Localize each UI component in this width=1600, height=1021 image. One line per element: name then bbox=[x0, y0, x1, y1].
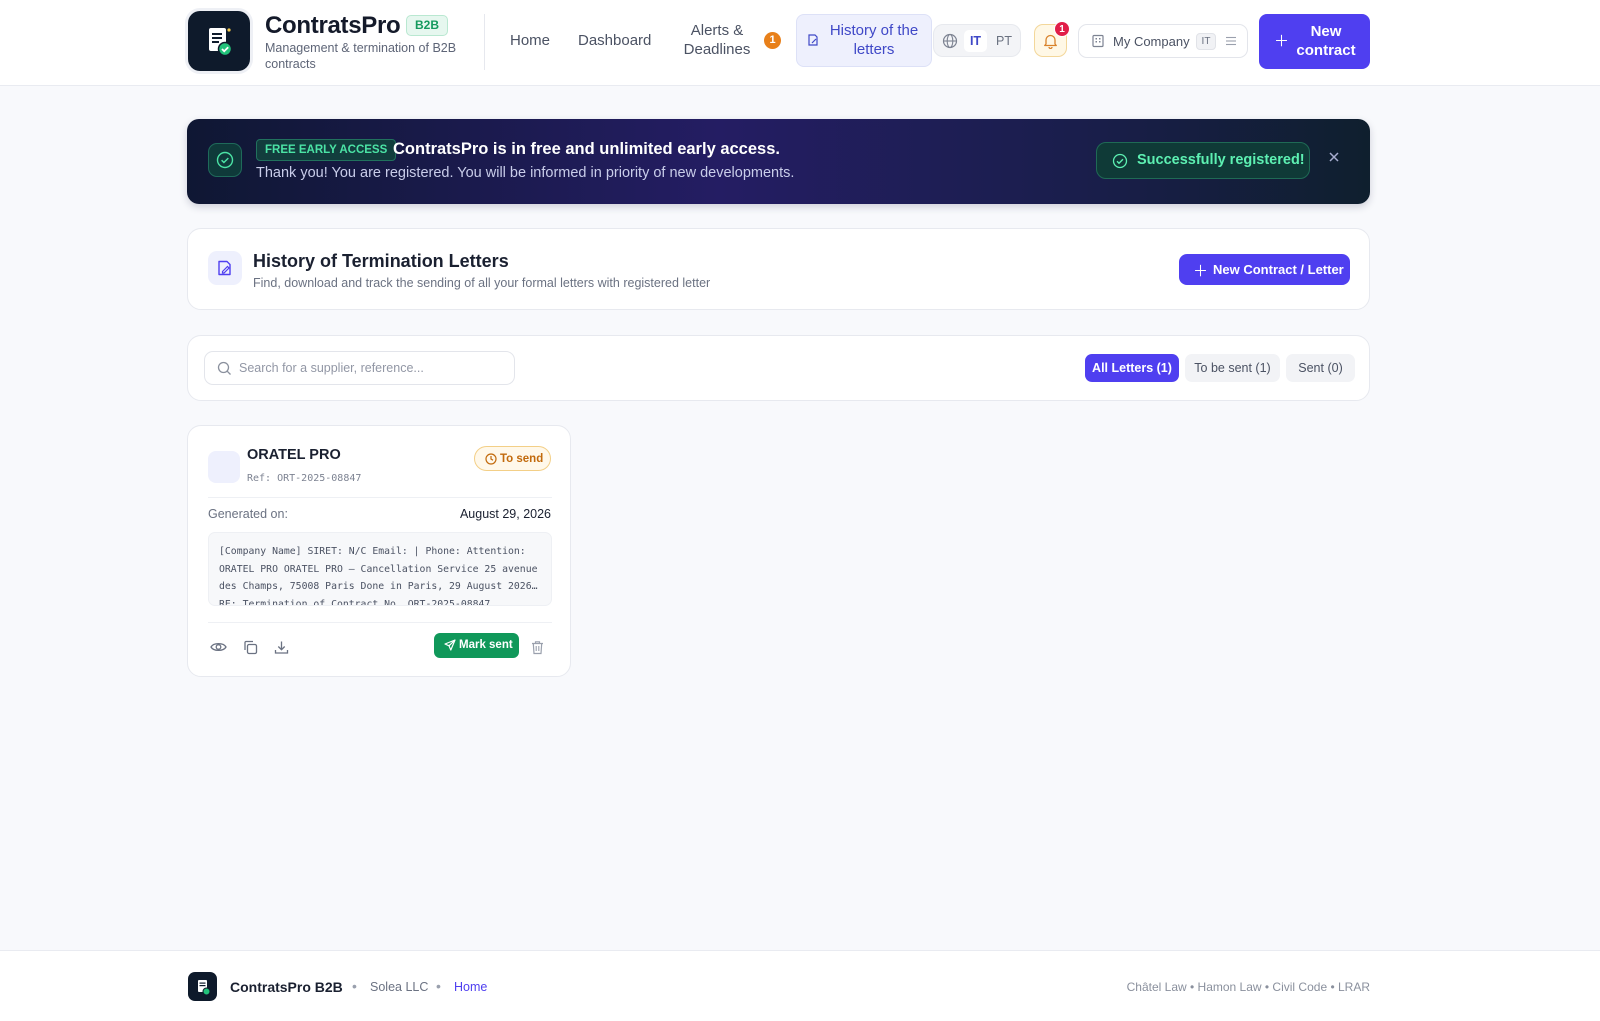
early-access-tag: FREE EARLY ACCESS bbox=[256, 139, 397, 161]
status-label: To send bbox=[500, 453, 544, 465]
banner-subtitle: Thank you! You are registered. You will … bbox=[256, 165, 795, 181]
document-edit-icon bbox=[218, 260, 231, 276]
language-switcher: IT PT bbox=[933, 24, 1021, 57]
filter-bar: All Letters (1) To be sent (1) Sent (0) bbox=[187, 335, 1370, 401]
building-icon bbox=[1092, 34, 1104, 48]
search-icon bbox=[217, 361, 231, 375]
document-edit-icon bbox=[808, 34, 818, 46]
nav-home[interactable]: Home bbox=[510, 31, 550, 50]
document-check-icon bbox=[197, 979, 210, 995]
footer-legal-references: Châtel Law • Hamon Law • Civil Code • LR… bbox=[1126, 980, 1370, 994]
registration-status: Successfully registered! bbox=[1096, 142, 1310, 179]
notifications-count-badge: 1 bbox=[1054, 21, 1070, 37]
letter-preview: [Company Name] SIRET: N/C Email: | Phone… bbox=[208, 532, 552, 606]
page-header-card: History of Termination Letters Find, dow… bbox=[187, 228, 1370, 310]
plus-icon: ＋ bbox=[1274, 33, 1290, 50]
supplier-avatar bbox=[208, 451, 240, 483]
tab-sent[interactable]: Sent (0) bbox=[1286, 354, 1355, 382]
send-icon bbox=[444, 639, 456, 651]
new-contract-button[interactable]: ＋ New contract bbox=[1259, 14, 1370, 69]
footer-separator: • bbox=[436, 978, 441, 994]
card-divider bbox=[208, 622, 552, 623]
top-header: ContratsPro B2B Management & termination… bbox=[0, 0, 1600, 86]
clock-icon bbox=[485, 453, 497, 465]
brand-tagline: Management & termination of B2B contract… bbox=[265, 41, 457, 71]
page-title: History of Termination Letters bbox=[253, 251, 509, 271]
eye-icon bbox=[209, 642, 227, 652]
company-name: My Company bbox=[1113, 34, 1190, 49]
footer-logo bbox=[188, 972, 217, 1001]
banner-close-button[interactable] bbox=[1328, 151, 1340, 166]
page-description: Find, download and track the sending of … bbox=[253, 276, 711, 290]
nav-history-letters[interactable]: History of the letters bbox=[796, 14, 932, 67]
new-contract-letter-button[interactable]: ＋ New Contract / Letter bbox=[1179, 254, 1350, 285]
footer-brand: ContratsPro B2B bbox=[230, 979, 343, 995]
plus-icon: ＋ bbox=[1193, 263, 1209, 280]
header-divider bbox=[484, 14, 485, 70]
tab-all-letters[interactable]: All Letters (1) bbox=[1085, 354, 1179, 382]
card-divider bbox=[208, 497, 552, 498]
check-circle-icon bbox=[216, 151, 234, 169]
supplier-name: ORATEL PRO bbox=[247, 447, 341, 463]
footer-company: Solea LLC bbox=[370, 980, 429, 994]
mark-sent-label: Mark sent bbox=[459, 639, 513, 651]
contract-reference: Ref: ORT-2025-08847 bbox=[247, 473, 362, 484]
early-access-banner: FREE EARLY ACCESS ContratsPro is in free… bbox=[187, 119, 1370, 204]
page-title-icon-box bbox=[208, 251, 242, 285]
footer-separator: • bbox=[352, 978, 357, 994]
company-selector[interactable]: My Company IT bbox=[1078, 24, 1248, 58]
nav-alerts-deadlines[interactable]: Alerts & Deadlines bbox=[683, 21, 751, 59]
close-icon bbox=[1329, 152, 1339, 162]
company-country-code: IT bbox=[1196, 33, 1216, 50]
copy-letter-button[interactable] bbox=[240, 637, 260, 657]
nav-history-label: History of the letters bbox=[829, 22, 919, 58]
new-contract-label: New contract bbox=[1296, 23, 1356, 59]
download-icon bbox=[274, 641, 288, 654]
check-circle-icon bbox=[1112, 153, 1128, 169]
brand-name: ContratsPro bbox=[265, 12, 401, 39]
language-it-button[interactable]: IT bbox=[964, 30, 987, 52]
globe-icon bbox=[942, 33, 958, 49]
registration-status-label: Successfully registered! bbox=[1137, 152, 1305, 168]
view-letter-button[interactable] bbox=[208, 637, 228, 657]
alerts-count-badge: 1 bbox=[764, 32, 781, 49]
mark-sent-button[interactable]: Mark sent bbox=[434, 633, 519, 658]
nav-dashboard[interactable]: Dashboard bbox=[578, 31, 651, 50]
status-badge: To send bbox=[474, 446, 551, 471]
footer-home-link[interactable]: Home bbox=[454, 980, 487, 994]
search-box bbox=[204, 351, 515, 385]
new-contract-letter-label: New Contract / Letter bbox=[1213, 262, 1344, 277]
banner-headline: ContratsPro is in free and unlimited ear… bbox=[393, 140, 780, 158]
delete-letter-button[interactable] bbox=[527, 637, 547, 657]
banner-icon-box bbox=[208, 143, 242, 177]
trash-icon bbox=[531, 640, 543, 654]
copy-icon bbox=[243, 640, 257, 654]
app-logo[interactable] bbox=[188, 11, 250, 71]
search-input[interactable] bbox=[239, 352, 509, 384]
document-check-icon bbox=[209, 28, 233, 57]
sliders-icon[interactable] bbox=[1225, 34, 1237, 48]
tab-to-be-sent[interactable]: To be sent (1) bbox=[1185, 354, 1280, 382]
b2b-badge: B2B bbox=[406, 15, 449, 36]
generated-on-date: August 29, 2026 bbox=[459, 507, 551, 521]
language-pt-button[interactable]: PT bbox=[993, 30, 1015, 52]
page-footer: ContratsPro B2B • Solea LLC • Home Châte… bbox=[0, 950, 1600, 1021]
generated-on-label: Generated on: bbox=[208, 507, 288, 521]
download-letter-button[interactable] bbox=[271, 637, 291, 657]
letter-card: ORATEL PRO Ref: ORT-2025-08847 To send G… bbox=[187, 425, 571, 677]
